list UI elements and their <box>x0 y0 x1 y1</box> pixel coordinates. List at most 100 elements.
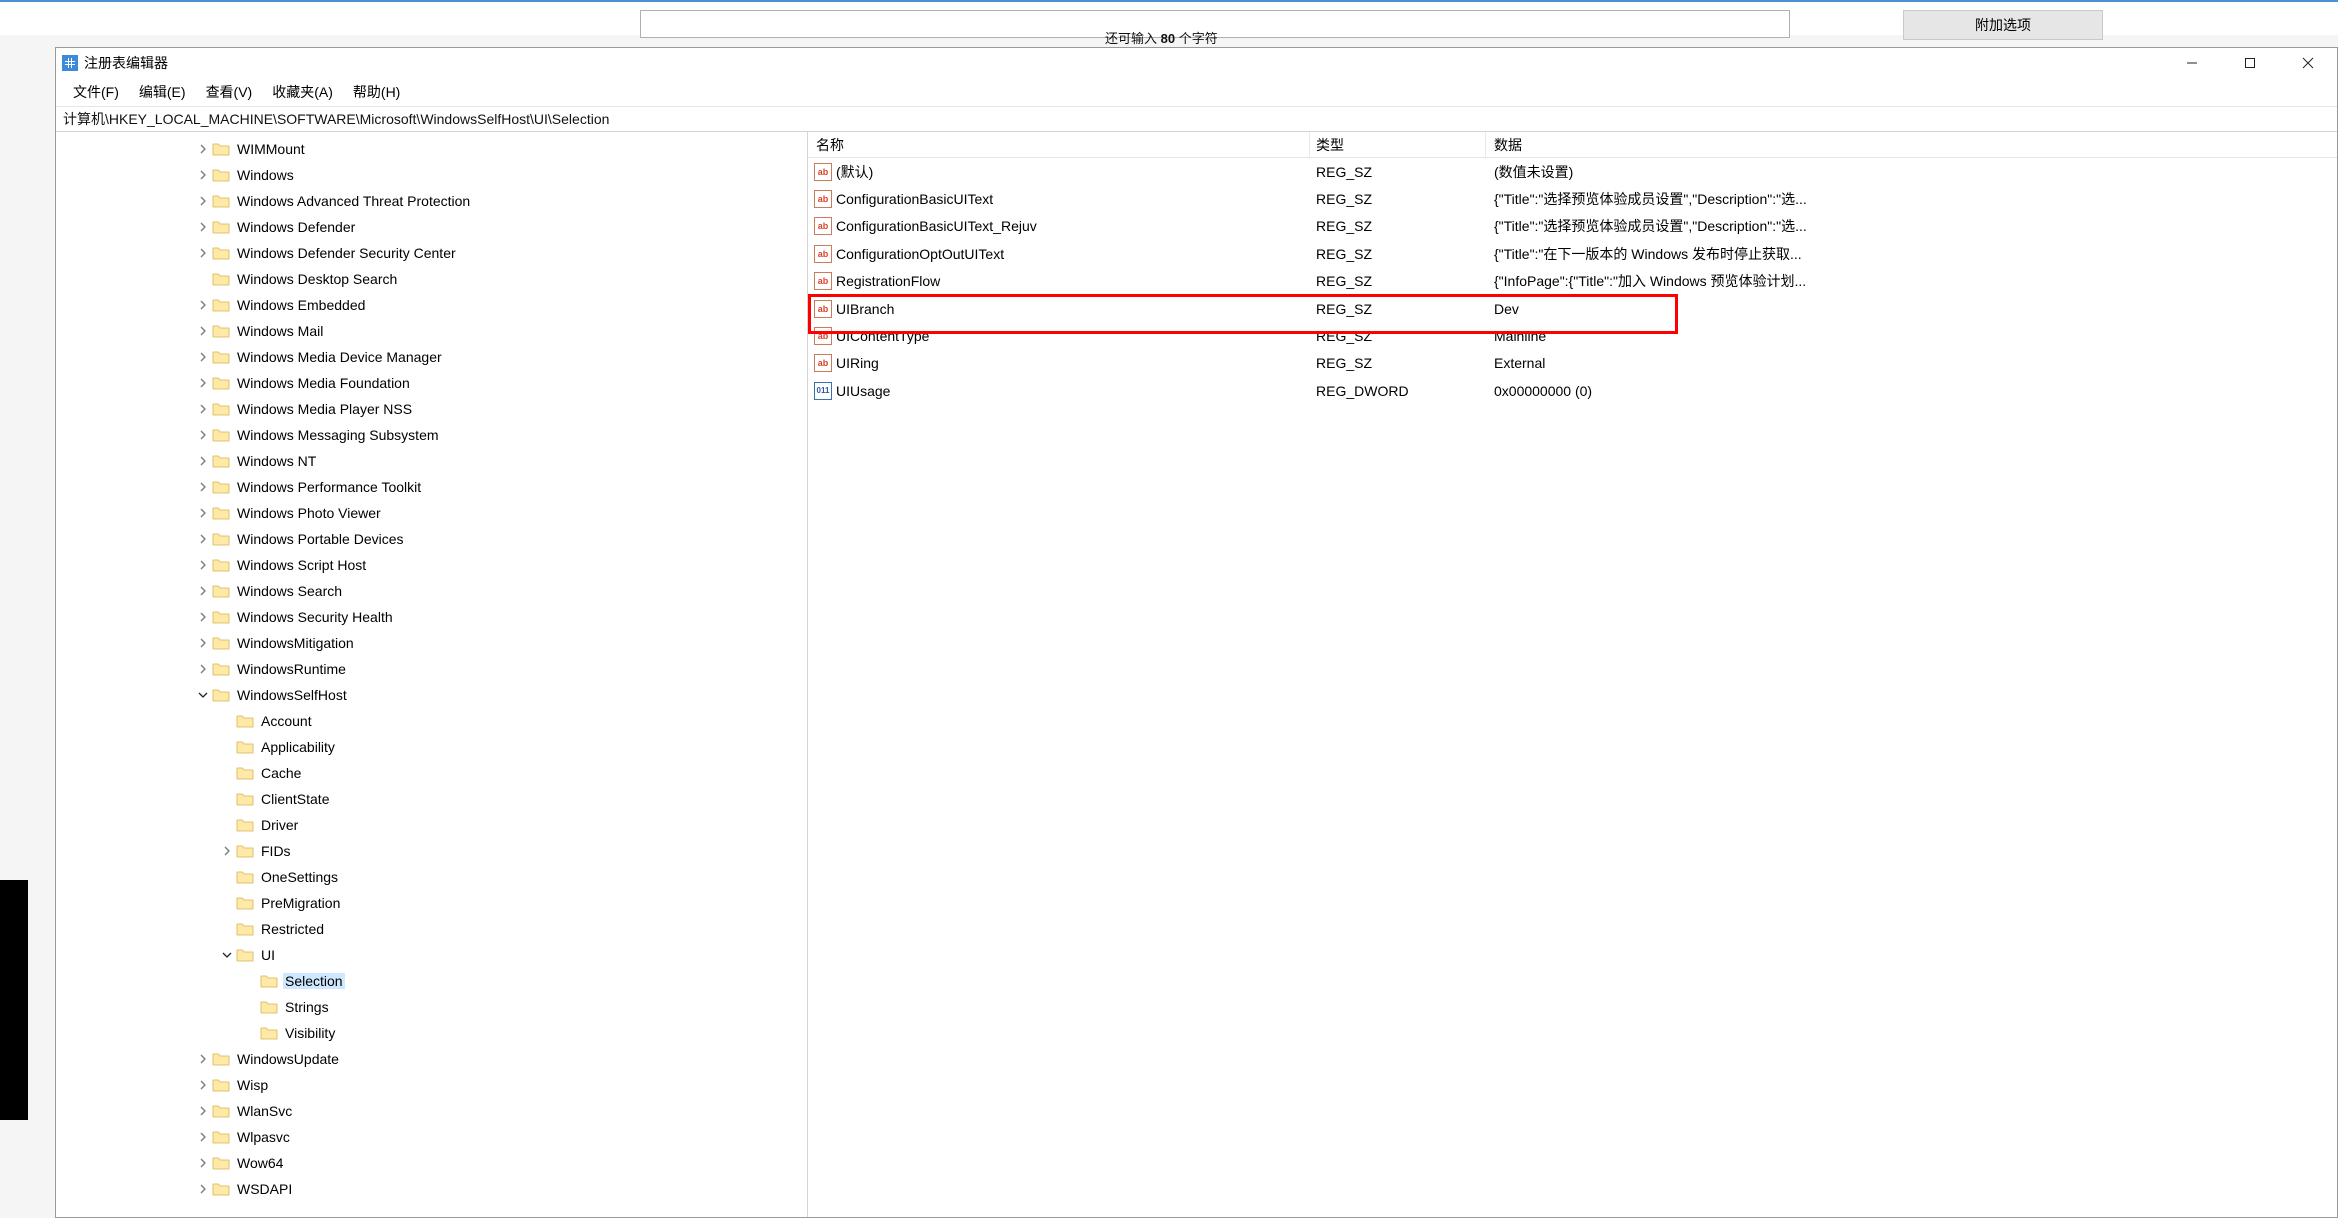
expand-icon[interactable] <box>196 584 210 598</box>
list-row[interactable]: abUIContentTypeREG_SZMainline <box>808 322 2337 349</box>
expand-icon[interactable] <box>196 610 210 624</box>
value-data: {"InfoPage":{"Title":"加入 Windows 预览体验计划.… <box>1486 271 2337 291</box>
background-char-hint: 还可输入 80 个字符 <box>1105 28 1218 47</box>
tree-item[interactable]: Windows Media Player NSS <box>56 396 807 422</box>
tree-item[interactable]: Selection <box>56 968 807 994</box>
expand-icon[interactable] <box>196 246 210 260</box>
tree-item[interactable]: Account <box>56 708 807 734</box>
close-button[interactable] <box>2279 48 2337 78</box>
expand-icon[interactable] <box>196 1156 210 1170</box>
address-bar[interactable]: 计算机\HKEY_LOCAL_MACHINE\SOFTWARE\Microsof… <box>56 106 2337 132</box>
tree-item[interactable]: Windows Mail <box>56 318 807 344</box>
collapse-icon[interactable] <box>220 948 234 962</box>
tree-item[interactable]: ClientState <box>56 786 807 812</box>
tree-item[interactable]: Applicability <box>56 734 807 760</box>
tree-item[interactable]: PreMigration <box>56 890 807 916</box>
expand-icon[interactable] <box>196 662 210 676</box>
tree-item[interactable]: Windows Search <box>56 578 807 604</box>
expand-icon[interactable] <box>196 636 210 650</box>
tree-item[interactable]: Windows Advanced Threat Protection <box>56 188 807 214</box>
menu-favorites[interactable]: 收藏夹(A) <box>262 78 343 106</box>
tree-item[interactable]: Wow64 <box>56 1150 807 1176</box>
menu-file[interactable]: 文件(F) <box>63 78 129 106</box>
tree-item[interactable]: Restricted <box>56 916 807 942</box>
expand-icon[interactable] <box>196 428 210 442</box>
tree-item[interactable]: Windows Performance Toolkit <box>56 474 807 500</box>
tree-item[interactable]: Driver <box>56 812 807 838</box>
expand-icon[interactable] <box>196 532 210 546</box>
expand-icon[interactable] <box>196 376 210 390</box>
list-row[interactable]: abConfigurationBasicUIText_RejuvREG_SZ{"… <box>808 213 2337 240</box>
tree-item[interactable]: Wlpasvc <box>56 1124 807 1150</box>
tree-item[interactable]: Windows Security Health <box>56 604 807 630</box>
tree-item[interactable]: Visibility <box>56 1020 807 1046</box>
tree-item[interactable]: WindowsRuntime <box>56 656 807 682</box>
expand-icon[interactable] <box>196 168 210 182</box>
list-row[interactable]: ab(默认)REG_SZ(数值未设置) <box>808 158 2337 185</box>
minimize-button[interactable] <box>2163 48 2221 78</box>
list-row[interactable]: abRegistrationFlowREG_SZ{"InfoPage":{"Ti… <box>808 268 2337 295</box>
column-header-data[interactable]: 数据 <box>1486 132 2337 157</box>
background-attach-options-button[interactable]: 附加选项 <box>1903 10 2103 40</box>
tree-item[interactable]: Windows Desktop Search <box>56 266 807 292</box>
tree-item[interactable]: Windows Defender Security Center <box>56 240 807 266</box>
expand-icon[interactable] <box>196 350 210 364</box>
no-expand-icon <box>220 792 234 806</box>
list-row[interactable]: abConfigurationOptOutUITextREG_SZ{"Title… <box>808 240 2337 267</box>
tree-item[interactable]: WlanSvc <box>56 1098 807 1124</box>
list-row[interactable]: abUIRingREG_SZExternal <box>808 350 2337 377</box>
tree-item[interactable]: Windows NT <box>56 448 807 474</box>
tree-item-label: Strings <box>283 999 331 1015</box>
expand-icon[interactable] <box>196 220 210 234</box>
expand-icon[interactable] <box>196 1052 210 1066</box>
list-row[interactable]: abConfigurationBasicUITextREG_SZ{"Title"… <box>808 185 2337 212</box>
tree-item[interactable]: UI <box>56 942 807 968</box>
tree-item[interactable]: Windows Portable Devices <box>56 526 807 552</box>
menu-edit[interactable]: 编辑(E) <box>129 78 196 106</box>
expand-icon[interactable] <box>196 1078 210 1092</box>
tree-item[interactable]: Cache <box>56 760 807 786</box>
tree-item[interactable]: WSDAPI <box>56 1176 807 1202</box>
maximize-button[interactable] <box>2221 48 2279 78</box>
tree-pane[interactable]: WIMMountWindowsWindows Advanced Threat P… <box>56 132 808 1217</box>
expand-icon[interactable] <box>196 142 210 156</box>
expand-icon[interactable] <box>196 506 210 520</box>
menu-view[interactable]: 查看(V) <box>196 78 263 106</box>
tree-item[interactable]: WindowsUpdate <box>56 1046 807 1072</box>
expand-icon[interactable] <box>196 194 210 208</box>
expand-icon[interactable] <box>196 402 210 416</box>
expand-icon[interactable] <box>196 298 210 312</box>
tree-item[interactable]: Windows Media Device Manager <box>56 344 807 370</box>
column-header-type[interactable]: 类型 <box>1310 132 1486 157</box>
tree-item[interactable]: WindowsMitigation <box>56 630 807 656</box>
tree-item[interactable]: Windows Defender <box>56 214 807 240</box>
list-row[interactable]: 011UIUsageREG_DWORD0x00000000 (0) <box>808 377 2337 404</box>
tree-item[interactable]: Wisp <box>56 1072 807 1098</box>
list-pane[interactable]: 名称 类型 数据 ab(默认)REG_SZ(数值未设置)abConfigurat… <box>808 132 2337 1217</box>
window-controls <box>2163 48 2337 78</box>
tree-item[interactable]: OneSettings <box>56 864 807 890</box>
expand-icon[interactable] <box>196 454 210 468</box>
tree-item[interactable]: WindowsSelfHost <box>56 682 807 708</box>
expand-icon[interactable] <box>196 558 210 572</box>
tree-item[interactable]: Windows Embedded <box>56 292 807 318</box>
expand-icon[interactable] <box>196 324 210 338</box>
tree-item[interactable]: Windows <box>56 162 807 188</box>
tree-item[interactable]: Windows Media Foundation <box>56 370 807 396</box>
list-row[interactable]: abUIBranchREG_SZDev <box>808 295 2337 322</box>
tree-item[interactable]: Windows Photo Viewer <box>56 500 807 526</box>
tree-item[interactable]: Windows Messaging Subsystem <box>56 422 807 448</box>
tree-item[interactable]: Strings <box>56 994 807 1020</box>
expand-icon[interactable] <box>196 1130 210 1144</box>
tree-item[interactable]: Windows Script Host <box>56 552 807 578</box>
expand-icon[interactable] <box>196 480 210 494</box>
expand-icon[interactable] <box>196 1104 210 1118</box>
menu-help[interactable]: 帮助(H) <box>343 78 410 106</box>
collapse-icon[interactable] <box>196 688 210 702</box>
tree-item[interactable]: FIDs <box>56 838 807 864</box>
expand-icon[interactable] <box>196 1182 210 1196</box>
title-bar[interactable]: 注册表编辑器 <box>56 48 2337 78</box>
column-header-name[interactable]: 名称 <box>808 132 1310 157</box>
tree-item[interactable]: WIMMount <box>56 136 807 162</box>
expand-icon[interactable] <box>220 844 234 858</box>
